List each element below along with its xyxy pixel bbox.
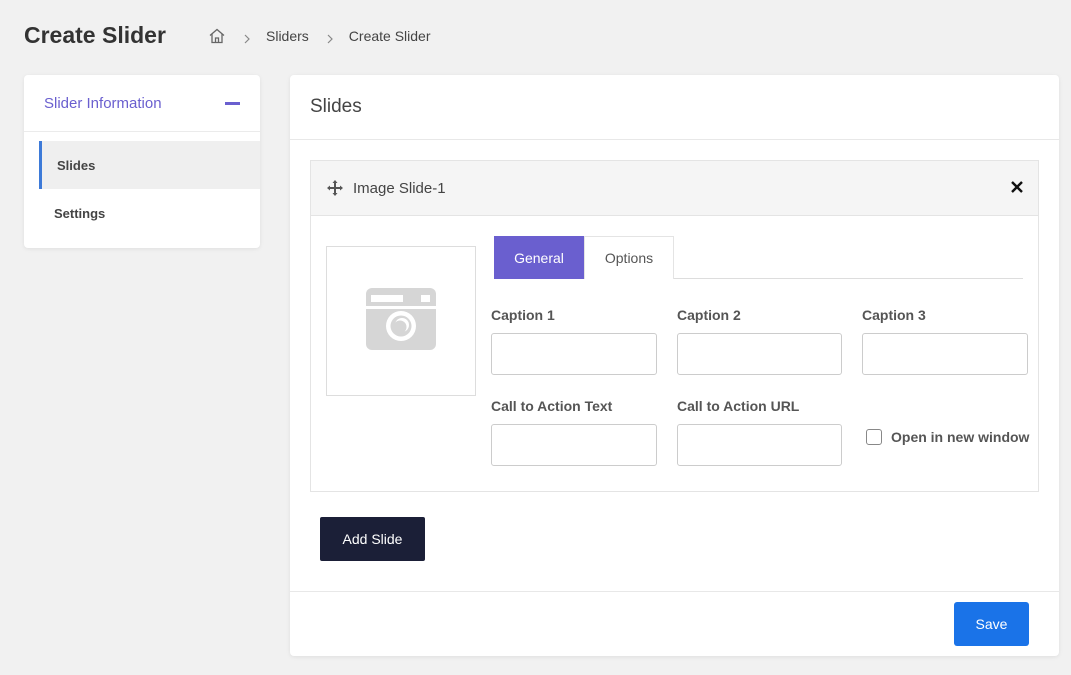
open-new-window-option[interactable]: Open in new window <box>866 429 1029 445</box>
chevron-right-icon <box>325 31 335 44</box>
add-slide-button[interactable]: Add Slide <box>320 517 425 561</box>
sidebar-item-slides[interactable]: Slides <box>39 141 260 189</box>
tab-general[interactable]: General <box>494 236 584 279</box>
close-icon[interactable] <box>1010 180 1024 194</box>
breadcrumb-item-sliders[interactable]: Sliders <box>266 27 309 45</box>
breadcrumb: Sliders Create Slider <box>208 27 431 45</box>
caption-3-label: Caption 3 <box>862 307 926 323</box>
sidebar-item-label: Settings <box>54 205 106 221</box>
chevron-right-icon <box>242 31 252 44</box>
breadcrumb-item-current: Create Slider <box>348 28 431 44</box>
caption-2-input[interactable] <box>677 333 842 375</box>
card-title: Slides <box>290 75 1059 140</box>
minus-icon[interactable] <box>225 101 240 105</box>
caption-3-input[interactable] <box>862 333 1028 375</box>
sidebar-header[interactable]: Slider Information <box>24 75 260 132</box>
sidebar-item-settings[interactable]: Settings <box>24 189 260 237</box>
move-icon[interactable] <box>327 180 343 196</box>
sidebar-item-label: Slides <box>57 157 96 173</box>
home-icon[interactable] <box>208 27 226 45</box>
camera-icon <box>365 287 437 356</box>
caption-1-input[interactable] <box>491 333 657 375</box>
save-button[interactable]: Save <box>954 602 1029 646</box>
caption-1-label: Caption 1 <box>491 307 555 323</box>
open-new-window-checkbox[interactable] <box>866 429 882 445</box>
slide-tabs: General Options <box>494 236 1023 279</box>
sidebar: Slider Information Slides Settings <box>24 75 260 248</box>
card-footer: Save <box>290 591 1059 656</box>
slide-panel-header: Image Slide-1 <box>311 161 1038 216</box>
cta-text-input[interactable] <box>491 424 657 466</box>
page-title: Create Slider <box>24 22 166 48</box>
cta-url-input[interactable] <box>677 424 842 466</box>
cta-url-label: Call to Action URL <box>677 398 800 414</box>
slides-card: Slides Image Slide-1 General Options Cap… <box>290 75 1059 656</box>
tab-options[interactable]: Options <box>584 236 674 279</box>
caption-2-label: Caption 2 <box>677 307 741 323</box>
sidebar-header-title: Slider Information <box>44 94 162 112</box>
open-new-window-label[interactable]: Open in new window <box>891 429 1029 445</box>
slide-image-picker[interactable] <box>326 246 476 396</box>
slide-title: Image Slide-1 <box>353 179 446 197</box>
cta-text-label: Call to Action Text <box>491 398 613 414</box>
slide-panel: Image Slide-1 General Options Caption 1 … <box>310 160 1039 492</box>
